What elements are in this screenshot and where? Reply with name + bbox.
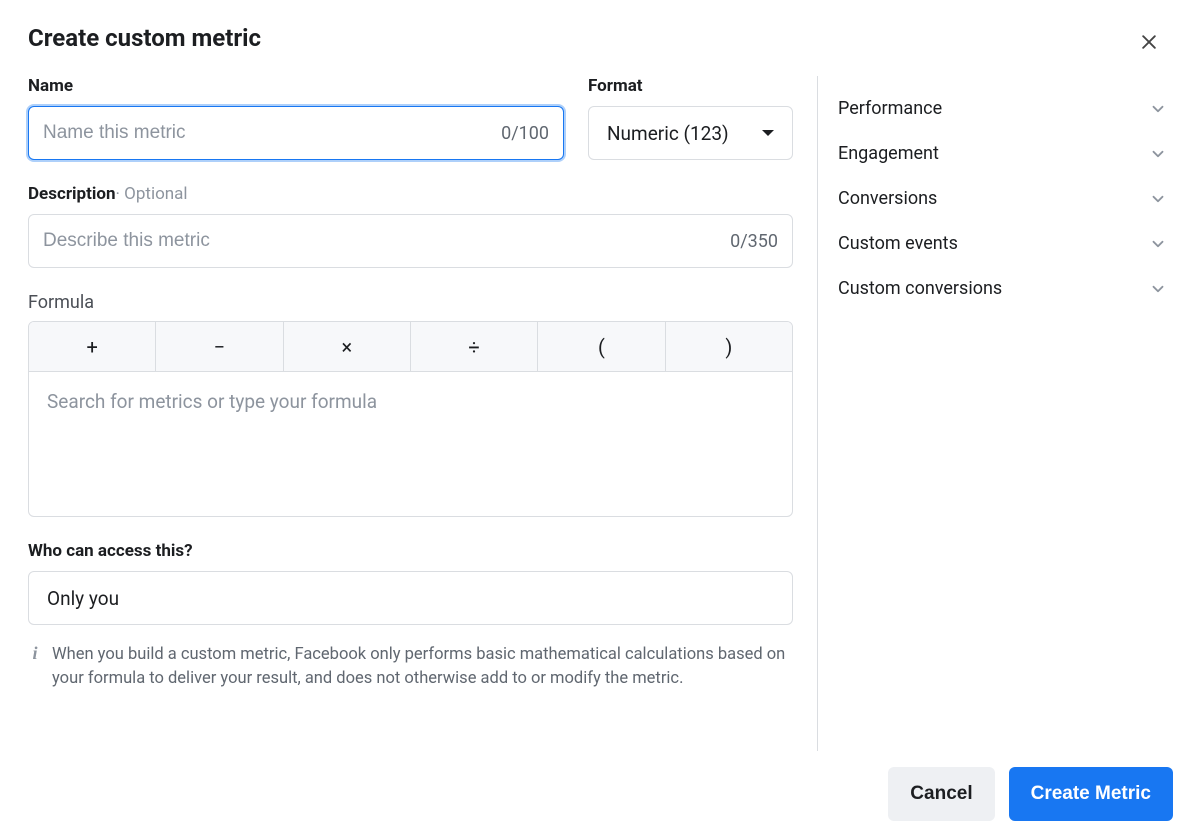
access-selected-value: Only you (47, 587, 119, 610)
info-message: i When you build a custom metric, Facebo… (28, 643, 793, 691)
description-input-wrap[interactable]: 0/350 (28, 214, 793, 268)
modal-body: Name 0/100 Format Numeric (123) (0, 62, 1195, 751)
access-field-group: Who can access this? Only you (28, 541, 793, 625)
category-performance[interactable]: Performance (838, 86, 1167, 131)
operator-plus-button[interactable]: + (29, 322, 156, 371)
name-char-counter: 0/100 (491, 123, 549, 144)
category-conversions[interactable]: Conversions (838, 176, 1167, 221)
description-field-group: Description · Optional 0/350 (28, 184, 793, 268)
name-input-wrap[interactable]: 0/100 (28, 106, 564, 160)
category-label: Performance (838, 98, 942, 119)
operator-multiply-button[interactable]: × (284, 322, 411, 371)
access-select[interactable]: Only you (28, 571, 793, 625)
name-input[interactable] (43, 122, 491, 144)
close-icon (1139, 32, 1159, 56)
operator-open-paren-button[interactable]: ( (538, 322, 665, 371)
format-field-group: Format Numeric (123) (588, 76, 793, 160)
create-custom-metric-modal: Create custom metric Name 0/100 (0, 0, 1195, 837)
caret-down-icon (762, 130, 774, 136)
info-text: When you build a custom metric, Facebook… (52, 643, 793, 691)
close-button[interactable] (1131, 26, 1167, 62)
operator-row: + − × ÷ ( ) (29, 322, 792, 372)
category-label: Custom conversions (838, 278, 1002, 299)
name-field-group: Name 0/100 (28, 76, 564, 160)
category-label: Conversions (838, 188, 937, 209)
formula-box: + − × ÷ ( ) (28, 321, 793, 517)
cancel-button[interactable]: Cancel (888, 767, 994, 821)
category-label: Engagement (838, 143, 939, 164)
metric-categories-sidebar: Performance Engagement Conversions (817, 76, 1167, 751)
form-left-column: Name 0/100 Format Numeric (123) (28, 76, 793, 751)
format-label: Format (588, 76, 793, 96)
chevron-down-icon (1149, 280, 1167, 298)
access-label: Who can access this? (28, 541, 793, 561)
chevron-down-icon (1149, 190, 1167, 208)
modal-title: Create custom metric (28, 22, 261, 52)
formula-field-group: Formula + − × ÷ ( ) (28, 292, 793, 517)
formula-label: Formula (28, 292, 793, 313)
category-custom-conversions[interactable]: Custom conversions (838, 266, 1167, 311)
name-label: Name (28, 76, 564, 96)
category-custom-events[interactable]: Custom events (838, 221, 1167, 266)
create-metric-button[interactable]: Create Metric (1009, 767, 1173, 821)
description-input[interactable] (43, 230, 720, 252)
description-label: Description (28, 184, 115, 204)
operator-divide-button[interactable]: ÷ (411, 322, 538, 371)
format-select[interactable]: Numeric (123) (588, 106, 793, 160)
modal-footer: Cancel Create Metric (0, 751, 1195, 837)
description-char-counter: 0/350 (720, 231, 778, 252)
info-icon: i (28, 643, 42, 691)
format-selected-value: Numeric (123) (607, 122, 729, 145)
modal-header: Create custom metric (0, 0, 1195, 62)
description-optional-suffix: · Optional (115, 184, 187, 204)
category-label: Custom events (838, 233, 958, 254)
operator-close-paren-button[interactable]: ) (666, 322, 792, 371)
formula-input[interactable] (29, 372, 792, 512)
chevron-down-icon (1149, 145, 1167, 163)
category-engagement[interactable]: Engagement (838, 131, 1167, 176)
chevron-down-icon (1149, 100, 1167, 118)
category-list: Performance Engagement Conversions (838, 76, 1167, 311)
operator-minus-button[interactable]: − (156, 322, 283, 371)
chevron-down-icon (1149, 235, 1167, 253)
